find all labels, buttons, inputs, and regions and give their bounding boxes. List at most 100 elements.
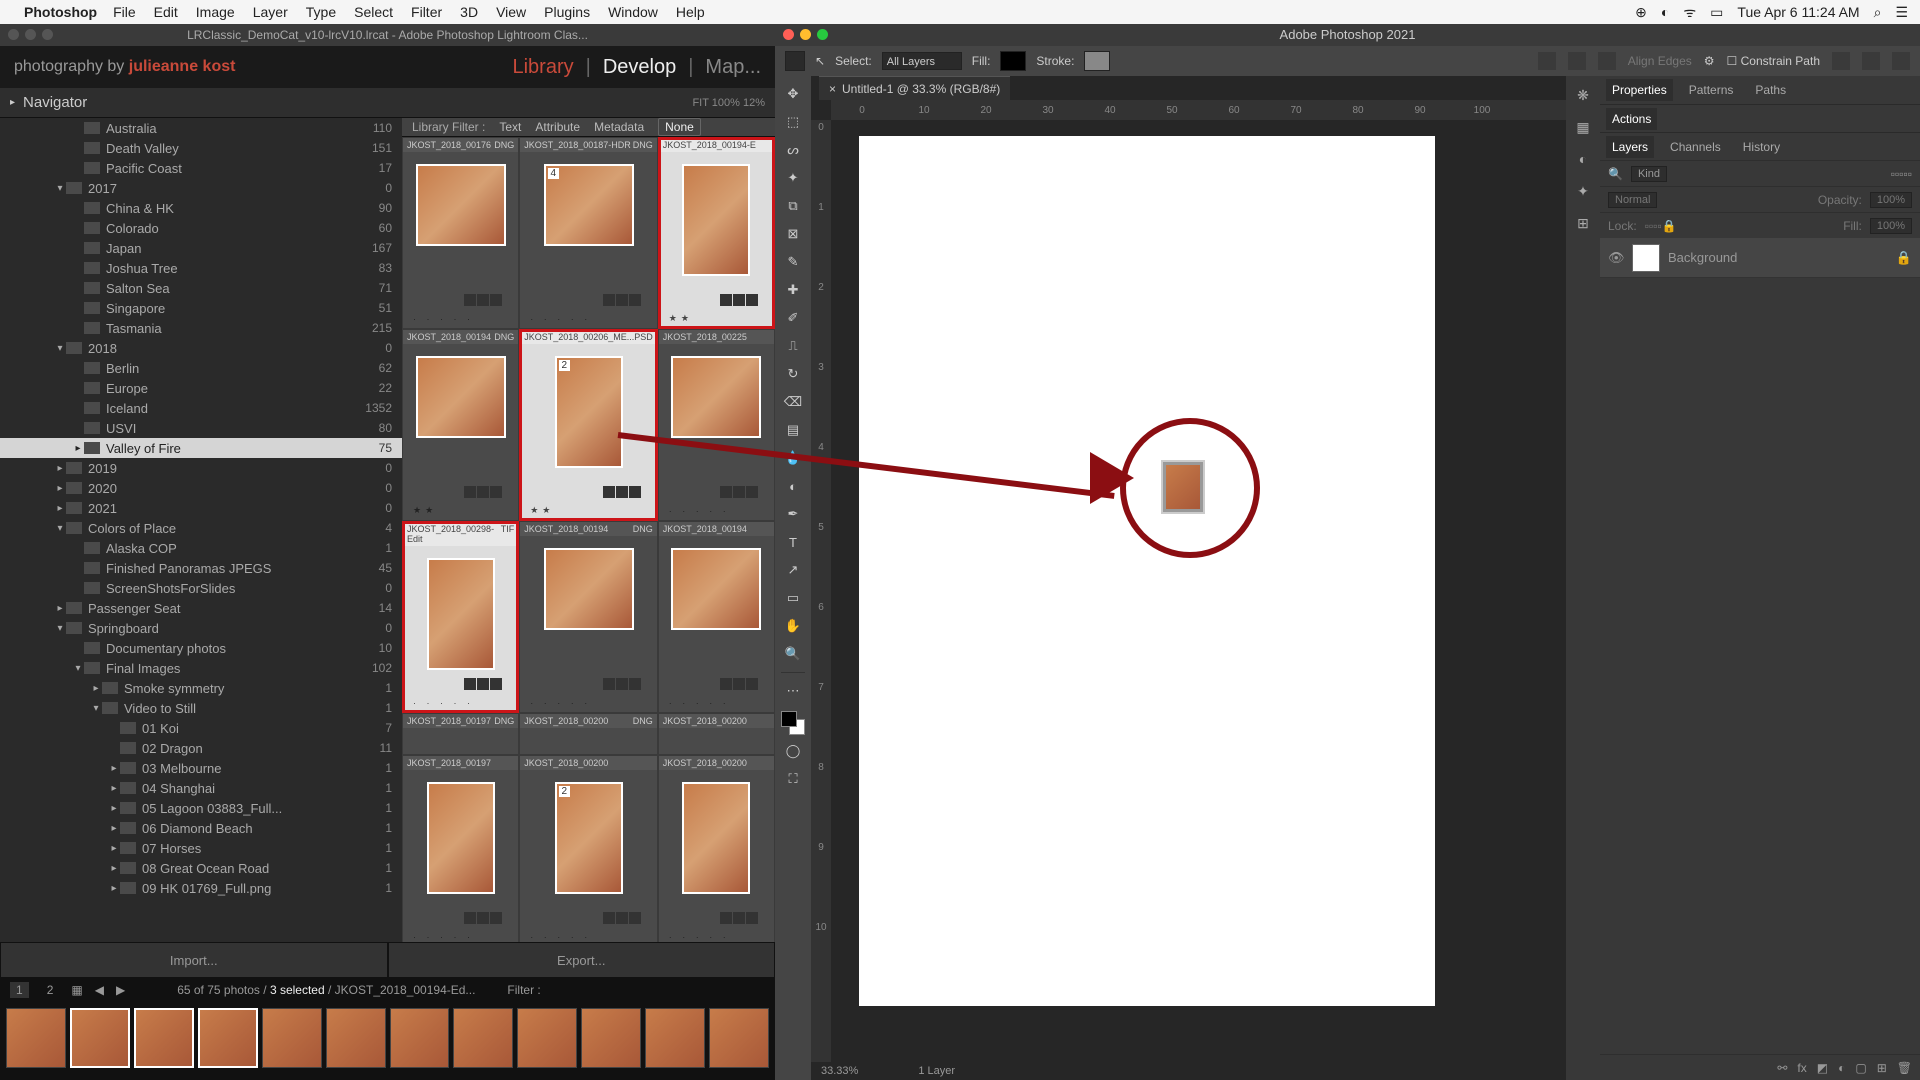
document-tab[interactable]: ×Untitled-1 @ 33.3% (RGB/8#) [819,76,1010,100]
trash-icon[interactable]: 🗑 [1897,1061,1912,1075]
folder-row[interactable]: ▸Passenger Seat14 [0,598,402,618]
select-dropdown[interactable]: All Layers [882,52,962,70]
home-icon[interactable] [785,51,805,71]
folder-row[interactable]: 01 Koi7 [0,718,402,738]
path-select-icon[interactable]: ↗ [781,558,805,582]
window-layout-2[interactable]: 2 [41,982,60,998]
menu-window[interactable]: Window [608,4,658,20]
filmstrip-thumb[interactable] [390,1008,450,1068]
lasso-tool-icon[interactable]: ᔕ [781,138,805,162]
canvas-area[interactable]: ×Untitled-1 @ 33.3% (RGB/8#) 01020304050… [811,76,1566,1080]
layer-filter-kind[interactable]: Kind [1631,166,1667,182]
folder-row[interactable]: ▾Final Images102 [0,658,402,678]
tab-paths[interactable]: Paths [1749,79,1792,101]
tab-patterns[interactable]: Patterns [1683,79,1740,101]
link-layers-icon[interactable]: ⚯ [1777,1061,1787,1075]
type-tool-icon[interactable]: T [781,530,805,554]
libraries-panel-icon[interactable]: ⊞ [1572,212,1594,234]
import-button[interactable]: Import... [0,942,388,978]
gear-icon[interactable]: ⚙ [1704,54,1715,68]
folder-row[interactable]: ▾20170 [0,178,402,198]
group-icon[interactable]: ▢ [1855,1061,1866,1075]
grid-thumbnail[interactable]: JKOST_2018_00194· · · · · [658,521,775,713]
filmstrip-thumb[interactable] [198,1008,258,1068]
menu-view[interactable]: View [496,4,526,20]
styles-panel-icon[interactable]: ✦ [1572,180,1594,202]
brush-tool-icon[interactable]: ✐ [781,306,805,330]
folder-row[interactable]: ▸Smoke symmetry1 [0,678,402,698]
filter-attribute[interactable]: Attribute [535,120,580,134]
menu-edit[interactable]: Edit [154,4,178,20]
grid-thumbnail[interactable]: JKOST_2018_00200 [658,713,775,755]
share-icon[interactable] [1892,52,1910,70]
gradient-tool-icon[interactable]: ▤ [781,418,805,442]
zoom-tool-icon[interactable]: 🔍 [781,642,805,666]
filmstrip-thumb[interactable] [262,1008,322,1068]
canvas[interactable] [859,136,1435,1006]
next-icon[interactable]: ▶ [116,983,125,997]
layer-name[interactable]: Background [1668,250,1737,265]
folder-row[interactable]: ▸06 Diamond Beach1 [0,818,402,838]
prev-icon[interactable]: ◀ [95,983,104,997]
grid-thumbnail[interactable]: JKOST_2018_00200DNG [519,713,658,755]
folder-row[interactable]: Japan167 [0,238,402,258]
folder-row[interactable]: ScreenShotsForSlides0 [0,578,402,598]
color-swatch[interactable] [781,711,805,735]
folder-row[interactable]: Colorado60 [0,218,402,238]
filmstrip-thumb[interactable] [134,1008,194,1068]
folder-row[interactable]: Documentary photos10 [0,638,402,658]
folder-row[interactable]: ▸04 Shanghai1 [0,778,402,798]
folder-row[interactable]: Finished Panoramas JPEGS45 [0,558,402,578]
filmstrip-thumb[interactable] [517,1008,577,1068]
menu-filter[interactable]: Filter [411,4,442,20]
folder-row[interactable]: ▸07 Horses1 [0,838,402,858]
marquee-tool-icon[interactable]: ⬚ [781,110,805,134]
folder-row[interactable]: Tasmania215 [0,318,402,338]
menu-type[interactable]: Type [306,4,336,20]
blend-mode-dropdown[interactable]: Normal [1608,192,1657,208]
grid-thumbnail[interactable]: JKOST_2018_00197· · · · · [402,755,519,942]
grid-thumbnail[interactable]: JKOST_2018_00197DNG [402,713,519,755]
doc-info[interactable]: 1 Layer [918,1065,955,1077]
eraser-tool-icon[interactable]: ⌫ [781,390,805,414]
filmstrip-thumb[interactable] [6,1008,66,1068]
folder-row[interactable]: Salton Sea71 [0,278,402,298]
3d-mode-icon[interactable] [1598,52,1616,70]
folder-row[interactable]: 02 Dragon11 [0,738,402,758]
stroke-swatch[interactable] [1084,51,1110,71]
filmstrip-thumb[interactable] [581,1008,641,1068]
folder-row[interactable]: ▸20210 [0,498,402,518]
menu-layer[interactable]: Layer [253,4,288,20]
heal-tool-icon[interactable]: ✚ [781,278,805,302]
tab-history[interactable]: History [1737,136,1786,158]
color-panel-icon[interactable]: ❋ [1572,84,1594,106]
layer-row-background[interactable]: 👁 Background 🔒 [1600,238,1920,278]
align-icon[interactable] [1538,52,1556,70]
tab-actions[interactable]: Actions [1606,108,1657,130]
filmstrip-thumb[interactable] [70,1008,130,1068]
app-name[interactable]: Photoshop [24,4,97,20]
fill-field[interactable]: 100% [1870,218,1912,234]
folder-row[interactable]: ▸08 Great Ocean Road1 [0,858,402,878]
menu-3d[interactable]: 3D [460,4,478,20]
filmstrip-thumb[interactable] [709,1008,769,1068]
filter-text[interactable]: Text [499,120,521,134]
swatches-panel-icon[interactable]: ▦ [1572,116,1594,138]
tab-channels[interactable]: Channels [1664,136,1727,158]
menu-file[interactable]: File [113,4,136,20]
opacity-field[interactable]: 100% [1870,192,1912,208]
grid-thumbnail[interactable]: JKOST_2018_00200· · · · · [658,755,775,942]
grid-thumbnail[interactable]: JKOST_2018_00298-EditTIF· · · · · [402,521,519,713]
grid-thumbnail[interactable]: JKOST_2018_00194DNG★★ [402,329,519,521]
mask-icon[interactable]: ◩ [1817,1061,1828,1075]
folder-row[interactable]: Australia110 [0,118,402,138]
clock[interactable]: Tue Apr 6 11:24 AM [1737,4,1859,20]
blur-tool-icon[interactable]: 💧 [781,446,805,470]
folder-row[interactable]: ▾Colors of Place4 [0,518,402,538]
grid-thumbnail[interactable]: JKOST_2018_00206_ME...PSD2★★ [519,329,658,521]
folder-row[interactable]: ▾Springboard0 [0,618,402,638]
edit-toolbar-icon[interactable]: ⋯ [781,679,805,703]
folder-row[interactable]: ▸20200 [0,478,402,498]
fill-adjust-icon[interactable]: ◐ [1838,1061,1845,1075]
grid-thumbnail[interactable]: JKOST_2018_00176DNG· · · · · [402,137,519,329]
